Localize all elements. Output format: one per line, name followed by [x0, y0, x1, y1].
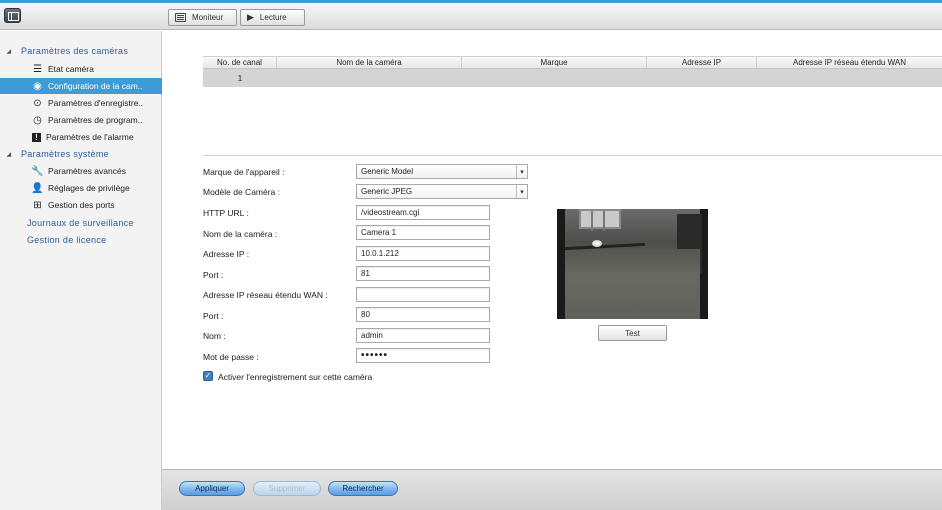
sidebar-item-privilege-settings[interactable]: 👤 Réglages de privilège — [0, 180, 162, 196]
sidebar-item-camera-configuration[interactable]: ◉ Configuration de la cam.. — [0, 78, 162, 94]
sidebar-item-camera-status[interactable]: ☰ Etat caméra — [0, 61, 162, 77]
column-header-ip[interactable]: Adresse IP — [647, 57, 757, 68]
record-checkbox[interactable]: ✓ — [203, 371, 213, 381]
search-button[interactable]: Rechercher — [328, 481, 398, 496]
brand-label: Marque de l'appareil : — [203, 167, 285, 177]
brand-select-value: Generic Model — [361, 167, 414, 176]
apply-button[interactable]: Appliquer — [179, 481, 245, 496]
table-row[interactable]: 1 — [203, 69, 942, 87]
model-label: Modèle de Caméra : — [203, 187, 281, 197]
table-header: No. de canal Nom de la caméra Marque Adr… — [203, 56, 942, 69]
monitor-button[interactable]: Moniteur — [168, 9, 237, 26]
sidebar-item-surveillance-logs[interactable]: Journaux de surveillance — [27, 218, 134, 228]
http-url-field[interactable]: /videostream.cgi — [356, 205, 490, 220]
sidebar-item-label: Paramètres de program.. — [48, 115, 143, 125]
record-icon: ⊙ — [33, 97, 42, 109]
table-cell-brand — [462, 69, 647, 87]
sidebar-item-label: Réglages de privilège — [48, 183, 130, 193]
password-field[interactable]: •••••• — [356, 348, 490, 363]
chevron-down-icon: ▾ — [516, 165, 527, 178]
record-checkbox-label[interactable]: Activer l'enregistrement sur cette camér… — [218, 372, 372, 382]
test-button[interactable]: Test — [598, 325, 667, 341]
sidebar-item-port-management[interactable]: ⊞ Gestion des ports — [0, 197, 162, 213]
sidebar-item-label: Paramètres avancés — [48, 166, 126, 176]
channel-table: No. de canal Nom de la caméra Marque Adr… — [203, 56, 942, 156]
expand-triangle-icon: ◢ — [6, 151, 12, 158]
system-settings-group[interactable]: ◢ Paramètres système — [0, 149, 109, 159]
camera-preview — [557, 209, 708, 319]
sidebar-item-label: Paramètres de l'alarme — [46, 132, 134, 142]
model-select[interactable]: Generic JPEG ▾ — [356, 184, 528, 199]
sidebar-toggle-icon[interactable] — [4, 8, 21, 23]
camera-settings-group[interactable]: ◢ Paramètres des caméras — [0, 46, 128, 56]
monitor-icon — [175, 13, 186, 22]
port-label: Port : — [203, 270, 224, 280]
wrench-icon: 🔧 — [31, 165, 44, 177]
playback-button-label: Lecture — [259, 13, 287, 22]
monitor-button-label: Moniteur — [192, 13, 224, 22]
table-cell-channel: 1 — [237, 73, 243, 83]
port-field[interactable]: 81 — [356, 266, 490, 281]
wan-port-label: Port : — [203, 311, 224, 321]
sidebar-item-alarm-settings[interactable]: ! Paramètres de l'alarme — [0, 129, 162, 145]
sidebar-item-schedule-settings[interactable]: ◷ Paramètres de program.. — [0, 112, 162, 128]
table-cell-wan-ip — [757, 69, 942, 87]
password-label: Mot de passe : — [203, 352, 259, 362]
sidebar-item-label: Configuration de la cam.. — [48, 81, 143, 91]
brand-select[interactable]: Generic Model ▾ — [356, 164, 528, 179]
ip-address-label: Adresse IP : — [203, 249, 250, 259]
alarm-icon: ! — [32, 132, 41, 142]
sidebar-item-recording-settings[interactable]: ⊙ Paramètres d'enregistre.. — [0, 95, 162, 111]
expand-triangle-icon: ◢ — [6, 48, 12, 55]
column-header-wan-ip[interactable]: Adresse IP réseau étendu WAN — [757, 57, 942, 68]
username-label: Nom : — [203, 331, 226, 341]
sidebar-item-license-management[interactable]: Gestion de licence — [27, 235, 106, 245]
system-settings-header: Paramètres système — [21, 149, 109, 159]
camera-settings-header: Paramètres des caméras — [21, 46, 129, 56]
wan-port-field[interactable]: 80 — [356, 307, 490, 322]
network-icon: ⊞ — [33, 199, 42, 211]
sidebar-item-label: Gestion des ports — [48, 200, 115, 210]
wan-ip-field[interactable] — [356, 287, 490, 302]
camera-name-label: Nom de la caméra : — [203, 229, 278, 239]
model-select-value: Generic JPEG — [361, 187, 413, 196]
column-header-channel[interactable]: No. de canal — [203, 57, 277, 68]
chevron-down-icon: ▾ — [516, 185, 527, 198]
camera-name-field[interactable]: Camera 1 — [356, 225, 490, 240]
table-cell-camera-name — [277, 69, 462, 87]
sidebar-item-label: Etat caméra — [48, 64, 94, 74]
ip-address-field[interactable]: 10.0.1.212 — [356, 246, 490, 261]
wan-ip-label: Adresse IP réseau étendu WAN : — [203, 290, 328, 300]
play-icon: ▶ — [247, 12, 254, 22]
sidebar-item-label: Paramètres d'enregistre.. — [48, 98, 144, 108]
clock-icon: ◷ — [33, 114, 42, 126]
user-icon: 👤 — [31, 182, 44, 194]
playback-button[interactable]: ▶ Lecture — [240, 9, 305, 26]
camera-icon: ◉ — [33, 80, 42, 92]
column-header-brand[interactable]: Marque — [462, 57, 647, 68]
sidebar-item-advanced-settings[interactable]: 🔧 Paramètres avancés — [0, 163, 162, 179]
username-field[interactable]: admin — [356, 328, 490, 343]
table-cell-ip — [647, 69, 757, 87]
list-icon: ☰ — [33, 63, 42, 75]
http-url-label: HTTP URL : — [203, 208, 249, 218]
delete-button[interactable]: Supprimer — [253, 481, 321, 496]
toolbar: Moniteur ▶ Lecture — [0, 3, 942, 30]
column-header-camera-name[interactable]: Nom de la caméra — [277, 57, 462, 68]
